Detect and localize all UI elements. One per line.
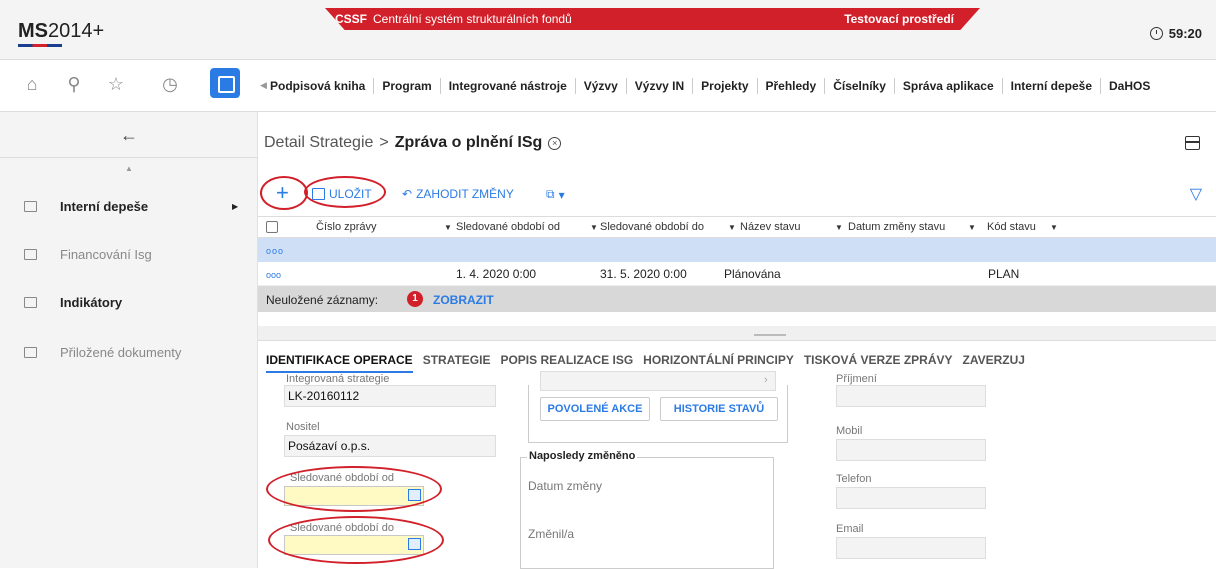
phone-field — [836, 487, 986, 509]
table-row[interactable]: ooo 1. 4. 2020 0:00 31. 5. 2020 0:00 Plá… — [258, 262, 1216, 286]
tab-popis-realizace[interactable]: POPIS REALIZACE ISG — [500, 353, 633, 373]
annotation-ellipse — [304, 176, 386, 208]
show-unsaved-link[interactable]: ZOBRAZIT — [433, 293, 494, 307]
folder-icon — [24, 200, 37, 212]
app-logo[interactable]: MS2014+ — [18, 20, 104, 47]
environment-banner: CSSF Centrální systém strukturálních fon… — [325, 8, 980, 30]
menu-dahos[interactable]: DaHOS — [1101, 78, 1158, 94]
sidebar: ← ▲ Interní depeše ▶ Financování Isg Indi… — [0, 112, 258, 568]
menu-projekty[interactable]: Projekty — [693, 78, 758, 94]
email-field — [836, 537, 986, 559]
menu-sprava-aplikace[interactable]: Správa aplikace — [895, 78, 1003, 94]
sidebar-scroll-up-icon[interactable]: ▲ — [125, 164, 133, 173]
annotation-ellipse — [266, 466, 442, 512]
main-menu: Podpisová kniha Program Integrované nást… — [262, 60, 1158, 112]
annotation-ellipse — [260, 176, 308, 210]
changed-by-label: Změnil/a — [528, 527, 575, 541]
col-filter-icon[interactable]: ▼ — [968, 223, 976, 232]
filter-icon[interactable]: ▽ — [1190, 184, 1202, 204]
chevron-down-icon: ▾ — [558, 187, 565, 202]
tab-zaverzuj[interactable]: ZAVERZUJ — [963, 353, 1025, 373]
col-filter-icon[interactable]: ▼ — [1050, 223, 1058, 232]
mobile-label: Mobil — [836, 425, 863, 437]
email-label: Email — [836, 523, 864, 535]
col-kod-stavu[interactable]: Kód stavu — [987, 221, 1036, 233]
tab-strategie[interactable]: STRATEGIE — [423, 353, 491, 373]
col-cislo-zpravy[interactable]: Číslo zprávy — [316, 221, 377, 233]
menu-vyzvy-in[interactable]: Výzvy IN — [627, 78, 694, 94]
breadcrumb: Detail Strategie > Zpráva o plnění ISg × — [264, 134, 562, 152]
row-menu-icon[interactable]: ooo — [266, 270, 281, 280]
phone-label: Telefon — [836, 473, 872, 485]
banner-full: Centrální systém strukturálních fondů — [373, 12, 572, 26]
menu-program[interactable]: Program — [374, 78, 441, 94]
surname-label: Příjmení — [836, 373, 877, 385]
window-icon — [24, 248, 37, 260]
date-changed-label: Datum změny — [528, 479, 603, 493]
col-obdobi-od[interactable]: Sledované období od — [456, 221, 560, 233]
holder-label: Nositel — [286, 421, 320, 433]
sidebar-item-financovani[interactable]: Financování Isg — [0, 244, 258, 264]
windows-icon[interactable] — [210, 68, 240, 98]
state-history-button[interactable]: HISTORIE STAVŮ — [660, 397, 778, 421]
allowed-actions-button[interactable]: POVOLENÉ AKCE — [540, 397, 650, 421]
discard-button[interactable]: ↶ ZAHODIT ZMĚNY — [402, 187, 514, 201]
history-icon[interactable]: ◷ — [158, 72, 182, 96]
toolbar: + ULOŽIT ↶ ZAHODIT ZMĚNY ⧉ ▾ ▽ — [258, 178, 1216, 210]
window-icon — [24, 296, 37, 308]
menu-podpisova-kniha[interactable]: Podpisová kniha — [262, 78, 375, 94]
window-icon — [24, 346, 37, 358]
unsaved-count-badge: 1 — [407, 291, 423, 307]
col-filter-icon[interactable]: ▼ — [728, 223, 736, 232]
last-changed-group: Naposledy změněno — [520, 450, 774, 569]
breadcrumb-parent[interactable]: Detail Strategie — [264, 134, 373, 152]
banner-short: CSSF — [335, 12, 368, 26]
home-icon[interactable]: ⌂ — [20, 72, 44, 96]
col-filter-icon[interactable]: ▼ — [835, 223, 843, 232]
sidebar-item-prilozene-dokumenty[interactable]: Přiložené dokumenty — [0, 342, 258, 362]
grid-header: Číslo zprávy ▼ Sledované období od ▼ Sle… — [258, 216, 1216, 238]
col-datum-zmeny[interactable]: Datum změny stavu — [848, 221, 945, 233]
export-menu-button[interactable]: ⧉ ▾ — [546, 187, 565, 202]
menu-integrovane-nastroje[interactable]: Integrované nástroje — [441, 78, 576, 94]
tab-bar: IDENTIFIKACE OPERACE STRATEGIE POPIS REA… — [266, 353, 1025, 373]
menu-interni-depese[interactable]: Interní depeše — [1003, 78, 1101, 94]
row-menu-icon[interactable]: ooo — [266, 246, 284, 256]
layout-icon[interactable] — [1185, 136, 1200, 150]
col-filter-icon[interactable]: ▼ — [444, 223, 452, 232]
tab-horizontalni-principy[interactable]: HORIZONTÁLNÍ PRINCIPY — [643, 353, 794, 373]
chevron-right-icon: ▶ — [232, 201, 239, 211]
surname-field — [836, 385, 986, 407]
session-timer: 59:20 — [1149, 26, 1202, 41]
star-icon[interactable]: ☆ — [104, 72, 128, 96]
back-arrow-icon[interactable]: ← — [0, 112, 258, 158]
environment-label: Testovací prostředí — [844, 12, 954, 26]
tab-identifikace-operace[interactable]: IDENTIFIKACE OPERACE — [266, 353, 413, 373]
top-bar: MS2014+ CSSF Centrální systém strukturál… — [0, 0, 1216, 60]
col-filter-icon[interactable]: ▼ — [590, 223, 598, 232]
tab-tiskova-verze[interactable]: TISKOVÁ VERZE ZPRÁVY — [804, 353, 953, 373]
strategy-label: Integrovaná strategie — [286, 373, 390, 385]
table-row[interactable]: ooo — [258, 238, 1216, 262]
column-settings-icon[interactable] — [266, 221, 278, 233]
undo-icon: ↶ — [402, 187, 413, 201]
col-obdobi-do[interactable]: Sledované období do — [600, 221, 704, 233]
close-icon[interactable]: × — [548, 136, 562, 150]
menu-prehledy[interactable]: Přehledy — [758, 78, 826, 94]
reports-grid: Číslo zprávy ▼ Sledované období od ▼ Sle… — [258, 216, 1216, 312]
resize-handle[interactable] — [754, 334, 786, 336]
menu-vyzvy[interactable]: Výzvy — [576, 78, 627, 94]
menu-ciselniky[interactable]: Číselníky — [825, 78, 895, 94]
clock-icon — [1149, 27, 1163, 40]
sidebar-item-interni-depese[interactable]: Interní depeše ▶ — [0, 196, 258, 216]
mobile-field — [836, 439, 986, 461]
annotation-ellipse — [268, 516, 444, 564]
page-title: Zpráva o plnění ISg — [394, 134, 543, 151]
sidebar-item-indikatory[interactable]: Indikátory — [0, 292, 258, 312]
col-nazev-stavu[interactable]: Název stavu — [740, 221, 801, 233]
export-icon: ⧉ — [546, 187, 555, 201]
unsaved-records-bar: Neuložené záznamy: 1 ZOBRAZIT — [258, 286, 1216, 312]
search-icon[interactable]: ⚲ — [62, 72, 86, 96]
